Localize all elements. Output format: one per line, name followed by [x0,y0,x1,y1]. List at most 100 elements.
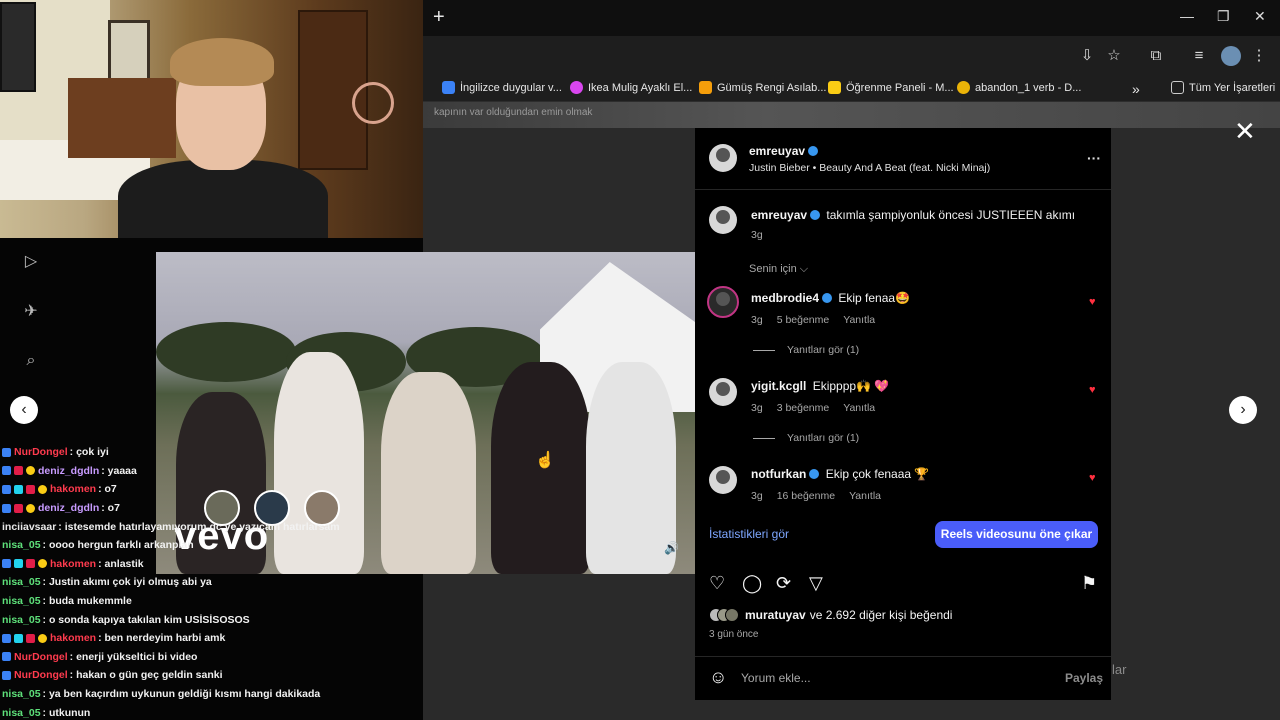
more-options-icon[interactable]: ··· [1087,150,1101,166]
comment-meta: 3g 16 beğenme Yanıtla [751,490,881,502]
post-time: 3 gün önce [709,629,759,640]
view-replies-link[interactable]: Yanıtları gör (1) [753,344,859,356]
background-caption: kapının var olduğundan emin olmak [434,107,593,118]
commenter-avatar[interactable] [707,286,739,318]
chat-message: nisa_05: o sonda kapıya takılan kim USİS… [2,610,422,629]
chat-username[interactable]: deniz_dgdln [38,465,99,477]
chat-username[interactable]: hakomen [50,632,96,644]
verified-badge-icon [809,469,820,479]
repost-icon[interactable]: ⟳ [776,573,791,594]
comment-like-heart-icon[interactable]: ♥ [1089,384,1096,396]
bookmark-item[interactable]: Öğrenme Paneli - M... [828,81,954,94]
chat-username[interactable]: nisa_05 [2,539,41,551]
chat-message: hakomen: anlastik [2,555,422,574]
comment-icon[interactable]: ◯ [742,573,762,594]
chat-text: : buda mukemmle [42,595,132,608]
audio-track[interactable]: Justin Bieber • Beauty And A Beat (feat.… [749,162,990,174]
comment-line: medbrodie4 Ekip fenaa🤩 [751,291,911,305]
liker-avatars [709,608,739,622]
chat-badge-icon [26,466,35,476]
comment-filter-dropdown[interactable]: Senin için ⌵ [749,263,808,276]
close-modal-button[interactable]: ✕ [1234,118,1256,144]
search-icon[interactable]: ⌕ [20,350,42,372]
chat-username[interactable]: deniz_dgdln [38,502,99,514]
caption-avatar[interactable] [709,206,737,234]
all-bookmarks-button[interactable]: Tüm Yer İşaretleri [1171,81,1275,94]
chat-badge-icon [38,484,47,494]
comment-line: yigit.kcgll Ekipppp🙌 💖 [751,379,890,393]
comment-like-heart-icon[interactable]: ♥ [1089,296,1096,308]
chat-badge-icon [2,466,11,476]
chat-badge-icon [14,466,23,476]
chat-username[interactable]: hakomen [50,558,96,570]
caption-line: emreuyav takımla şampiyonluk öncesi JUST… [751,208,1076,222]
bookmark-favicon-icon [828,81,841,94]
more-bookmarks-button[interactable]: » [1132,81,1140,97]
install-app-icon[interactable]: ⇩ [1077,46,1097,66]
comment-composer: ☺ Yorum ekle... Paylaş [695,656,1111,700]
view-insights-link[interactable]: İstatistikleri gör [709,527,789,541]
view-replies-link[interactable]: Yanıtları gör (1) [753,432,859,444]
minimize-button[interactable]: — [1180,8,1194,24]
chat-username[interactable]: hakomen [50,483,96,495]
chat-badge-icon [14,503,23,513]
webcam-cabinet [68,78,176,158]
author-avatar[interactable] [709,144,737,172]
video-trees [156,322,296,382]
webcam-streamer-body [118,160,328,238]
webcam-overlay [0,0,423,238]
save-bookmark-icon[interactable]: ⚑ [1081,573,1097,594]
webcam-fan [352,82,394,124]
chat-username[interactable]: NurDongel [14,651,68,663]
chat-text: : o sonda kapıya takılan kim USİSİSOSOS [42,613,250,626]
commenter-avatar[interactable] [709,466,737,494]
chat-username[interactable]: inciiavsaar [2,521,56,533]
like-heart-icon[interactable]: ♡ [709,573,725,594]
bookmark-item[interactable]: abandon_1 verb - D... [957,81,1081,94]
bookmark-item[interactable]: İngilizce duygular v... [442,81,562,94]
tab-strip: + — ❐ ✕ [423,0,1280,36]
author-username[interactable]: emreuyav [749,144,819,158]
chat-badge-icon [26,633,35,643]
next-post-button[interactable]: › [1229,396,1257,424]
previous-post-button[interactable]: ‹ [10,396,38,424]
chat-username[interactable]: NurDongel [14,669,68,681]
chat-username[interactable]: nisa_05 [2,595,41,607]
media-control-icon[interactable]: ≡ [1189,46,1209,66]
bookmark-star-icon[interactable]: ☆ [1104,46,1124,66]
chat-message: hakomen: o7 [2,480,422,499]
share-send-icon[interactable]: ▽ [809,573,823,594]
close-window-button[interactable]: ✕ [1254,8,1266,25]
chat-username[interactable]: nisa_05 [2,614,41,626]
post-comment-button[interactable]: Paylaş [1065,671,1103,685]
chat-username[interactable]: NurDongel [14,446,68,458]
chat-badge-icon [2,652,11,662]
maximize-button[interactable]: ❐ [1217,8,1230,25]
messages-icon[interactable]: ✈ [20,301,42,323]
chat-username[interactable]: nisa_05 [2,707,41,719]
bookmark-item[interactable]: Gümüş Rengi Asılab... [699,81,826,94]
chat-text: : o7 [101,502,120,515]
menu-kebab-icon[interactable]: ⋮ [1249,46,1269,66]
comment-like-heart-icon[interactable]: ♥ [1089,472,1096,484]
chat-username[interactable]: nisa_05 [2,688,41,700]
commenter-avatar[interactable] [709,378,737,406]
new-tab-button[interactable]: + [433,6,445,29]
chat-text: : oooo hergun farklı arkanplan [42,539,194,552]
profile-avatar-icon[interactable] [1221,46,1241,66]
chat-text: : istesemde hatırlayamıyorum dc ye yazıc… [58,520,340,533]
chat-text: : o7 [98,483,117,496]
post-header: emreuyav Justin Bieber • Beauty And A Be… [695,128,1111,190]
boost-reel-button[interactable]: Reels videosunu öne çıkar [935,521,1098,548]
comment-input[interactable]: Yorum ekle... [741,671,811,685]
chat-message: nisa_05: Justin akımı çok iyi olmuş abi … [2,573,422,592]
mute-toggle-icon[interactable]: 🔊 [664,541,679,555]
chat-badge-icon [2,670,11,680]
emoji-icon[interactable]: ☺ [709,667,727,688]
webcam-picture-frame [108,20,150,82]
reels-icon[interactable]: ▷ [20,251,42,273]
chat-badge-icon [26,503,35,513]
extensions-icon[interactable]: ⧉ [1146,46,1166,66]
bookmark-item[interactable]: Ikea Mulig Ayaklı El... [570,81,692,94]
chat-username[interactable]: nisa_05 [2,576,41,588]
